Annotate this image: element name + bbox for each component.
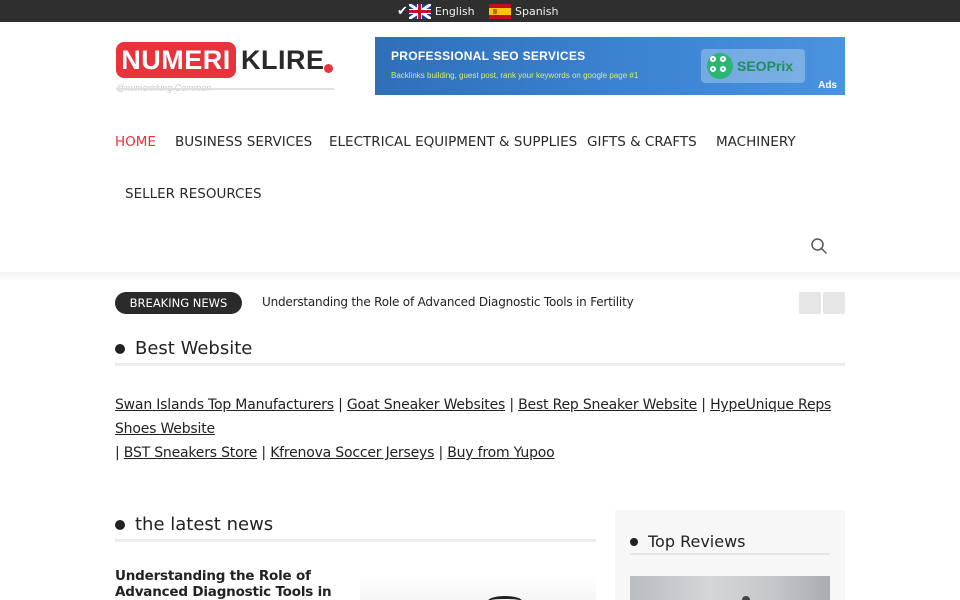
section-bullet-icon xyxy=(630,537,638,546)
top-reviews-divider xyxy=(630,553,830,555)
ad-banner[interactable]: PROFESSIONAL SEO SERVICES Backlinks buil… xyxy=(375,37,845,95)
nav-home[interactable]: HOME xyxy=(115,134,156,150)
link-bst-sneakers[interactable]: BST Sneakers Store xyxy=(124,445,258,461)
language-english[interactable]: ✔ English xyxy=(397,3,475,19)
ad-brand-name: SEOPrix xyxy=(737,58,794,74)
seoprix-logo-icon xyxy=(707,53,733,79)
logo-part1: NUMERI xyxy=(116,42,236,78)
ticker-next-button[interactable] xyxy=(823,292,845,314)
latest-news-title: the latest news xyxy=(135,514,274,535)
best-website-header: Best Website xyxy=(115,338,252,359)
uk-flag-icon xyxy=(408,3,431,19)
latest-news-header: the latest news xyxy=(115,514,273,535)
search-icon[interactable] xyxy=(810,237,828,255)
link-goat-sneaker[interactable]: Goat Sneaker Websites xyxy=(347,397,505,413)
section-bullet-icon xyxy=(115,343,125,354)
nav-business-services[interactable]: BUSINESS SERVICES xyxy=(175,134,312,150)
link-separator: | xyxy=(115,445,120,461)
latest-news-divider xyxy=(115,539,596,542)
link-separator: | xyxy=(338,397,343,413)
latest-article-title[interactable]: Understanding the Role of Advanced Diagn… xyxy=(115,568,335,600)
language-spanish[interactable]: Spanish xyxy=(489,3,558,19)
link-separator: | xyxy=(509,397,514,413)
link-best-rep-sneaker[interactable]: Best Rep Sneaker Website xyxy=(518,397,697,413)
logo-underline xyxy=(116,88,334,90)
spain-flag-icon xyxy=(489,3,511,19)
ad-label: Ads xyxy=(818,80,837,91)
language-english-label: English xyxy=(434,4,475,18)
ad-subtitle: Backlinks building, guest post, rank you… xyxy=(391,71,639,80)
checkmark-icon: ✔ xyxy=(397,3,408,19)
breaking-news-label: BREAKING NEWS xyxy=(115,292,242,314)
link-swan-islands[interactable]: Swan Islands Top Manufacturers xyxy=(115,397,334,413)
top-reviews-header: Top Reviews xyxy=(630,532,746,551)
logo-dot xyxy=(324,64,333,73)
link-separator: | xyxy=(261,445,266,461)
link-separator: | xyxy=(701,397,706,413)
link-kfrenova[interactable]: Kfrenova Soccer Jerseys xyxy=(270,445,434,461)
nav-gifts-crafts[interactable]: GIFTS & CRAFTS xyxy=(587,134,697,150)
nav-machinery[interactable]: MACHINERY xyxy=(716,134,796,150)
language-bar: ✔ English Spanish xyxy=(0,0,960,22)
header-shadow xyxy=(0,272,960,282)
thumbnail-figure xyxy=(742,596,750,600)
breaking-news-headline[interactable]: Understanding the Role of Advanced Diagn… xyxy=(262,295,634,309)
language-spanish-label: Spanish xyxy=(515,4,559,18)
ad-brand-logo: SEOPrix xyxy=(707,52,803,80)
link-yupoo[interactable]: Buy from Yupoo xyxy=(447,445,554,461)
top-reviews-title: Top Reviews xyxy=(648,532,746,551)
link-separator: | xyxy=(438,445,443,461)
latest-article-thumbnail[interactable] xyxy=(360,572,596,600)
top-review-thumbnail[interactable] xyxy=(630,576,830,600)
section-bullet-icon xyxy=(115,519,125,530)
logo-part2: KLIRE xyxy=(241,45,325,75)
site-logo[interactable]: NUMERI KLIRE @numerirking.Common xyxy=(116,42,336,94)
best-website-title: Best Website xyxy=(135,338,253,359)
ad-title: PROFESSIONAL SEO SERVICES xyxy=(391,49,586,63)
best-website-divider xyxy=(115,363,845,366)
thumbnail-object xyxy=(488,596,522,600)
ticker-prev-button[interactable] xyxy=(799,292,821,314)
best-website-links: Swan Islands Top Manufacturers | Goat Sn… xyxy=(115,393,850,465)
nav-electrical-equipment[interactable]: ELECTRICAL EQUIPMENT & SUPPLIES xyxy=(329,134,577,150)
nav-seller-resources[interactable]: SELLER RESOURCES xyxy=(125,186,262,202)
